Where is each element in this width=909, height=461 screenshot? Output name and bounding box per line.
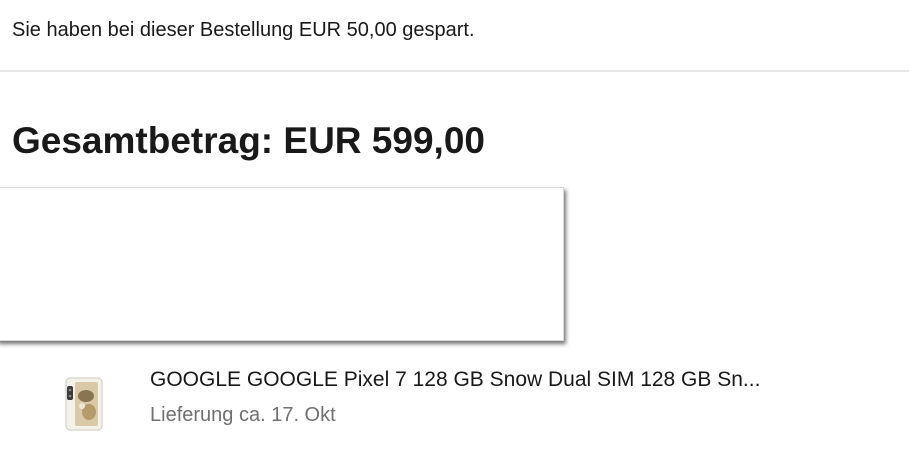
blank-panel (0, 187, 564, 341)
savings-message: Sie haben bei dieser Bestellung EUR 50,0… (12, 19, 475, 41)
delivery-estimate: Lieferung ca. 17. Okt (150, 404, 336, 426)
phone-product-image-icon (62, 376, 106, 432)
order-confirmation-page: Sie haben bei dieser Bestellung EUR 50,0… (0, 0, 909, 461)
order-item[interactable]: GOOGLE GOOGLE Pixel 7 128 GB Snow Dual S… (0, 360, 909, 440)
product-title-link[interactable]: GOOGLE GOOGLE Pixel 7 128 GB Snow Dual S… (150, 366, 760, 394)
divider (0, 70, 909, 72)
total-amount-heading: Gesamtbetrag: EUR 599,00 (12, 120, 485, 161)
